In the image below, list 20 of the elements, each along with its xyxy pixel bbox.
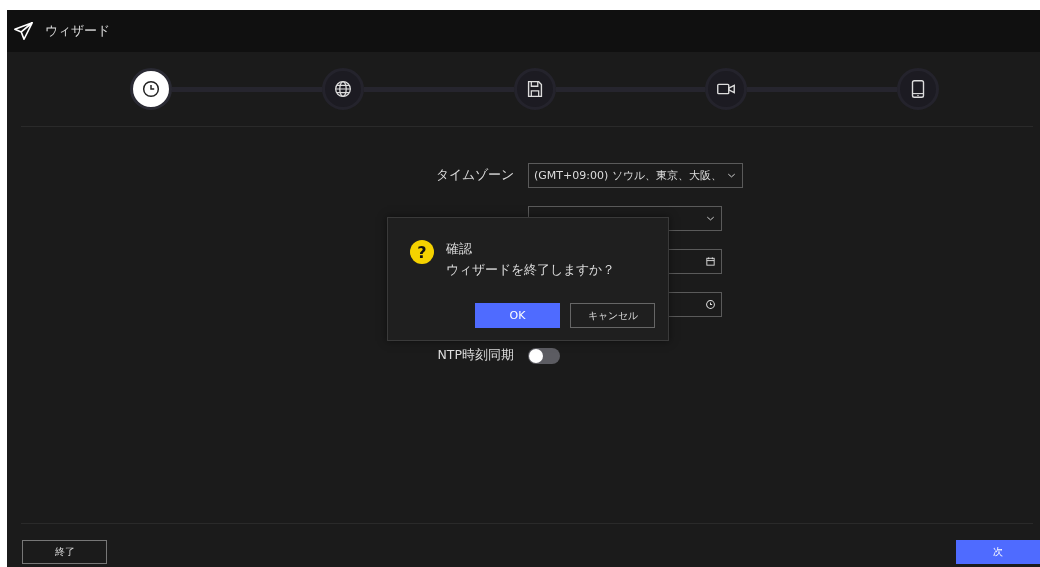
step-tablet-icon[interactable]: [897, 68, 939, 110]
step-disk-icon[interactable]: [513, 68, 556, 110]
dialog-title: 確認: [446, 241, 473, 258]
cancel-button[interactable]: キャンセル: [570, 303, 655, 328]
step-camera-icon[interactable]: [705, 68, 748, 110]
field-label: タイムゾーン: [435, 167, 514, 184]
paper-plane-icon: [13, 20, 35, 42]
calendar-icon: [705, 256, 716, 267]
step-clock-icon[interactable]: [130, 68, 172, 110]
clock-icon: [705, 299, 716, 310]
ntp-toggle[interactable]: [528, 347, 560, 364]
dialog-message: ウィザードを終了しますか？: [446, 262, 615, 279]
question-icon: ?: [410, 240, 434, 264]
step-globe-icon[interactable]: [321, 68, 364, 110]
timezone-select[interactable]: (GMT+09:00) ソウル、東京、大阪、: [528, 163, 743, 188]
exit-button[interactable]: 終了: [22, 540, 107, 564]
field-label: NTP時刻同期: [436, 347, 514, 364]
next-button[interactable]: 次: [956, 540, 1040, 564]
ok-button[interactable]: OK: [475, 303, 560, 328]
window-title: ウィザード: [45, 22, 110, 40]
